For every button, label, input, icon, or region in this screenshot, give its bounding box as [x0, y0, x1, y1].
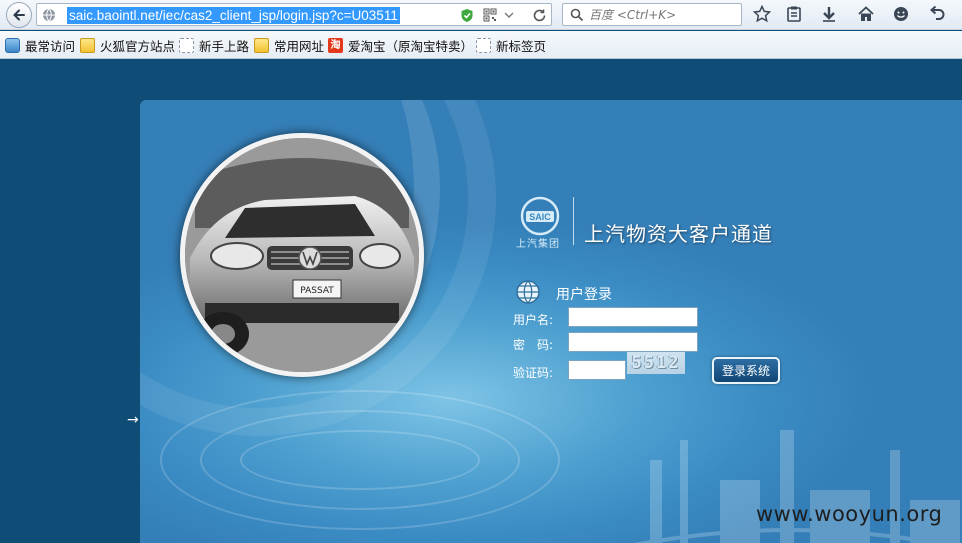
downloads-button[interactable] — [819, 4, 839, 24]
bookmark-label: 新标签页 — [496, 38, 547, 54]
folder-icon — [80, 37, 95, 53]
taobao-icon: 淘 — [328, 37, 343, 53]
undo-arrow-icon — [929, 5, 945, 20]
bookmark-most-visited[interactable]: 最常访问 — [5, 36, 75, 54]
search-input[interactable] — [589, 6, 737, 23]
browser-toolbar: saic.baointl.net/iec/cas2_client_jsp/log… — [0, 0, 962, 30]
reading-list-button[interactable] — [784, 4, 804, 24]
url-text[interactable]: saic.baointl.net/iec/cas2_client_jsp/log… — [67, 7, 400, 24]
search-box[interactable] — [562, 3, 742, 26]
captcha-label: 验证码: — [513, 366, 554, 380]
bookmark-star-button[interactable] — [752, 4, 772, 24]
bookmark-new-tab[interactable]: 新标签页 — [476, 36, 546, 54]
username-label: 用户名: — [513, 313, 554, 327]
folder-icon — [254, 37, 269, 53]
download-arrow-icon — [823, 7, 835, 22]
bookmark-label: 常用网址 — [274, 38, 325, 54]
saic-logo: SAIC — [520, 196, 560, 236]
portal-title: 上汽物资大客户通道 — [584, 222, 773, 246]
chat-button[interactable] — [891, 4, 911, 24]
captcha-image[interactable]: 5512 — [627, 352, 685, 374]
clipboard-icon — [787, 6, 801, 22]
reload-icon[interactable] — [532, 8, 547, 23]
bookmark-getting-started[interactable]: 新手上路 — [179, 36, 249, 54]
captcha-input[interactable] — [568, 360, 626, 380]
chevron-down-icon[interactable] — [504, 12, 514, 19]
globe-icon — [516, 280, 540, 304]
blank-page-icon — [179, 37, 194, 53]
blue-shortcut-icon — [5, 37, 20, 53]
bookmark-firefox-site[interactable]: 火狐官方站点 — [80, 36, 175, 54]
bookmark-label: 爱淘宝（原淘宝特卖） — [348, 38, 474, 54]
shield-icon[interactable] — [460, 8, 474, 23]
bookmark-label: 最常访问 — [25, 38, 76, 54]
saic-logo-text: SAIC — [529, 212, 551, 222]
smiley-icon — [894, 7, 908, 21]
bookmarks-toolbar: 最常访问 火狐官方站点 新手上路 常用网址 淘 爱淘宝（原淘宝特卖） 新标签页 — [0, 31, 962, 59]
side-arrow: → — [127, 412, 139, 428]
bookmark-label: 火狐官方站点 — [100, 38, 176, 54]
address-bar[interactable]: saic.baointl.net/iec/cas2_client_jsp/log… — [36, 3, 552, 26]
home-icon — [858, 6, 874, 21]
arrow-left-icon — [13, 9, 25, 21]
star-icon — [753, 5, 771, 23]
qr-code-icon[interactable] — [483, 8, 497, 22]
bookmark-label: 新手上路 — [199, 38, 250, 54]
blank-page-icon — [476, 37, 491, 53]
water-ripple — [160, 390, 560, 530]
car-illustration: PASSAT — [185, 138, 419, 372]
watermark: www.wooyun.org — [756, 502, 943, 526]
bookmark-common-sites[interactable]: 常用网址 — [254, 36, 324, 54]
brand-divider — [573, 197, 574, 245]
home-button[interactable] — [856, 4, 876, 24]
site-identity-icon[interactable] — [42, 8, 56, 22]
page-content: PASSAT SAIC 上汽集团 上汽物资大客户通道 用户登录 用户名: 密 码… — [0, 60, 962, 543]
back-button[interactable] — [6, 2, 32, 28]
password-label: 密 码: — [513, 338, 554, 352]
search-icon — [570, 8, 584, 22]
bookmark-ai-taobao[interactable]: 淘 爱淘宝（原淘宝特卖） — [328, 36, 473, 54]
login-heading: 用户登录 — [556, 287, 612, 303]
undo-button[interactable] — [927, 4, 947, 24]
company-name: 上汽集团 — [516, 239, 560, 250]
car-photo: PASSAT — [180, 133, 424, 377]
login-submit-button[interactable]: 登录系统 — [712, 357, 780, 384]
license-plate: PASSAT — [300, 286, 334, 296]
username-input[interactable] — [568, 307, 698, 327]
password-input[interactable] — [568, 332, 698, 352]
